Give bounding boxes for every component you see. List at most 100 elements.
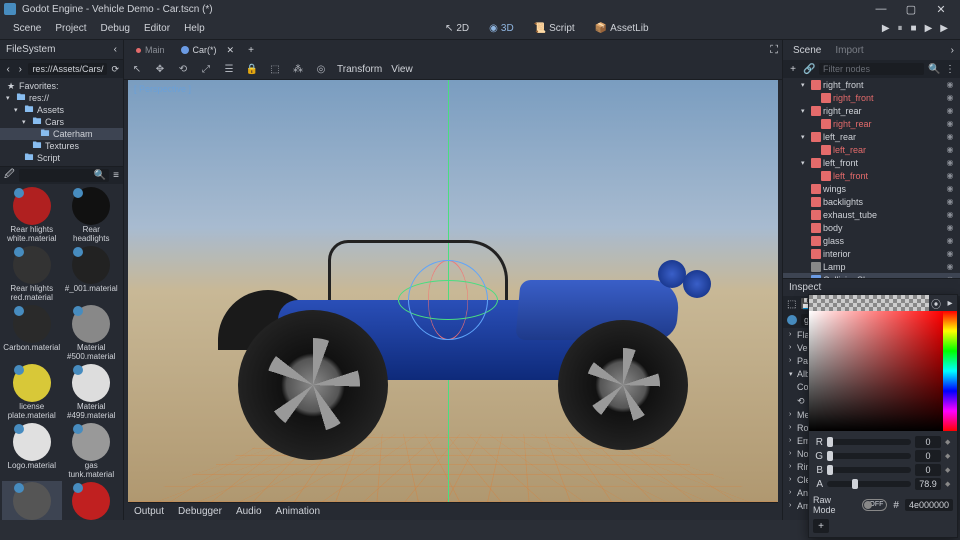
play-custom-button[interactable]: ▶ [940, 23, 948, 34]
asset-item[interactable]: glass.material [2, 481, 62, 520]
panel-collapse-icon[interactable]: › [951, 45, 954, 56]
tab-debugger[interactable]: Debugger [178, 506, 222, 517]
scene-node[interactable]: left_rear◉ [783, 143, 960, 156]
search-icon[interactable]: 🔍 [928, 64, 940, 75]
menu-scene[interactable]: Scene [6, 23, 48, 34]
asset-item[interactable]: Rear headlights reflect.materi [62, 186, 122, 245]
tree-folder-cars[interactable]: ▾🖿Cars [0, 116, 123, 128]
filter-icon[interactable]: 🖉 [4, 167, 15, 184]
visibility-icon[interactable]: ◉ [944, 236, 956, 245]
resource-icon[interactable]: ⬚ [787, 299, 796, 310]
add-node-button[interactable]: + [787, 64, 799, 75]
stop-button[interactable]: ■ [911, 23, 917, 34]
scene-node[interactable]: interior◉ [783, 247, 960, 260]
a-value[interactable]: 78.9 [915, 478, 941, 490]
visibility-icon[interactable]: ◉ [944, 223, 956, 232]
panel-collapse-icon[interactable]: ‹ [114, 44, 117, 55]
link-icon[interactable]: 🔗 [803, 64, 815, 75]
a-slider[interactable] [827, 481, 911, 487]
scene-node[interactable]: ▾right_front◉ [783, 78, 960, 91]
asset-item[interactable]: Carbon.material [2, 304, 62, 363]
asset-item[interactable]: Logo.material [2, 422, 62, 481]
scene-node[interactable]: right_rear◉ [783, 117, 960, 130]
group-tool[interactable]: ⬚ [268, 63, 282, 77]
visibility-icon[interactable]: ◉ [944, 132, 956, 141]
visibility-icon[interactable]: ◉ [944, 119, 956, 128]
visibility-icon[interactable]: ◉ [944, 184, 956, 193]
mode-assetlib[interactable]: 📦AssetLib [587, 21, 657, 36]
asset-search[interactable]: 🔍 [19, 169, 109, 182]
r-slider[interactable] [827, 439, 911, 445]
transform-gizmo[interactable] [398, 260, 498, 340]
play-scene-button[interactable]: ▶ [925, 23, 933, 34]
eyedropper-icon[interactable]: ⦿ [929, 295, 943, 311]
tab-car[interactable]: Car(*)✕ [173, 43, 243, 58]
tab-output[interactable]: Output [134, 506, 164, 517]
scene-node[interactable]: backlights◉ [783, 195, 960, 208]
asset-item[interactable]: Rear hlights white.material [2, 186, 62, 245]
fullscreen-button[interactable]: ⛶ [770, 44, 778, 57]
minimize-button[interactable]: — [866, 0, 896, 18]
g-value[interactable]: 0 [915, 450, 941, 462]
scale-tool[interactable]: ⤢ [199, 63, 213, 77]
color-sv-field[interactable] [809, 311, 943, 431]
transform-menu[interactable]: Transform [337, 64, 382, 75]
perspective-label[interactable]: [ Perspective ] [134, 84, 191, 94]
a-spinner[interactable]: ◆ [945, 480, 953, 488]
visibility-icon[interactable]: ◉ [944, 262, 956, 271]
g-slider[interactable] [827, 453, 911, 459]
hue-slider[interactable] [943, 311, 957, 431]
rotate-tool[interactable]: ⟲ [176, 63, 190, 77]
scene-node[interactable]: glass◉ [783, 234, 960, 247]
camera-tool[interactable]: ◎ [314, 63, 328, 77]
scene-node[interactable]: exhaust_tube◉ [783, 208, 960, 221]
b-value[interactable]: 0 [915, 464, 941, 476]
more-icon[interactable]: ⋮ [944, 64, 956, 75]
scene-node[interactable]: left_front◉ [783, 169, 960, 182]
visibility-icon[interactable]: ◉ [944, 210, 956, 219]
close-button[interactable]: ✕ [926, 0, 956, 18]
picker-arrow-icon[interactable]: ▸ [943, 295, 957, 311]
view-menu[interactable]: View [391, 64, 413, 75]
asset-item[interactable]: Material #499.material [62, 363, 122, 422]
g-spinner[interactable]: ◆ [945, 452, 953, 460]
b-slider[interactable] [827, 467, 911, 473]
pause-button[interactable]: ⏸ [898, 23, 903, 34]
revert-icon[interactable]: ⟲ [797, 396, 805, 407]
mode-script[interactable]: 📜Script [526, 21, 583, 36]
mode-3d[interactable]: ◉3D [481, 21, 522, 36]
nav-back-button[interactable]: ‹ [4, 64, 12, 75]
asset-item[interactable]: license plate.material [2, 363, 62, 422]
visibility-icon[interactable]: ◉ [944, 80, 956, 89]
tree-root[interactable]: ▾🖿res:// [0, 92, 123, 104]
tab-close-icon[interactable]: ✕ [227, 45, 235, 56]
add-tab-button[interactable]: + [248, 45, 254, 56]
add-preset-button[interactable]: + [813, 519, 829, 533]
tree-folder-assets[interactable]: ▾🖿Assets [0, 104, 123, 116]
tab-import[interactable]: Import [831, 43, 867, 58]
asset-item[interactable]: red button.material [62, 481, 122, 520]
scene-node[interactable]: ▾left_front◉ [783, 156, 960, 169]
visibility-icon[interactable]: ◉ [944, 106, 956, 115]
lock-tool[interactable]: 🔒 [245, 63, 259, 77]
asset-item[interactable]: Rear hlights red.material [2, 245, 62, 304]
menu-help[interactable]: Help [177, 23, 212, 34]
snap-tool[interactable]: ⁂ [291, 63, 305, 77]
asset-item[interactable]: #_001.material [62, 245, 122, 304]
maximize-button[interactable]: ▢ [896, 0, 926, 18]
tab-scene[interactable]: Scene [789, 43, 825, 58]
visibility-icon[interactable]: ◉ [944, 158, 956, 167]
mode-2d[interactable]: ↖2D [437, 21, 477, 36]
scene-node[interactable]: body◉ [783, 221, 960, 234]
menu-editor[interactable]: Editor [137, 23, 177, 34]
asset-item[interactable]: gas tunk.material [62, 422, 122, 481]
move-tool[interactable]: ✥ [153, 63, 167, 77]
r-spinner[interactable]: ◆ [945, 438, 953, 446]
asset-item[interactable]: Material #500.material [62, 304, 122, 363]
tree-folder-textures[interactable]: 🖿Textures [0, 140, 123, 152]
tab-main[interactable]: Main [128, 43, 173, 57]
tree-folder-caterham[interactable]: 🖿Caterham [0, 128, 123, 140]
list-icon[interactable]: ≡ [113, 170, 119, 181]
play-button[interactable]: ▶ [882, 23, 890, 34]
visibility-icon[interactable]: ◉ [944, 145, 956, 154]
